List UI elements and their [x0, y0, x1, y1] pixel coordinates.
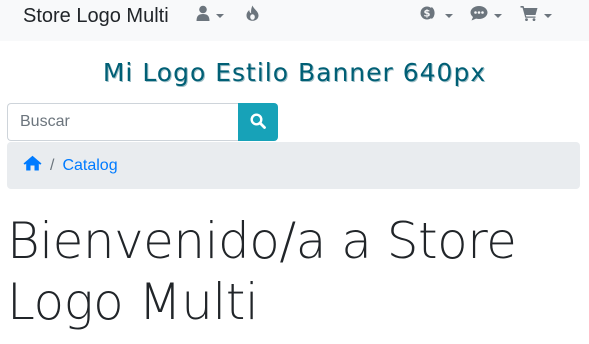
language-dropdown[interactable]	[470, 5, 502, 25]
breadcrumb: / Catalog	[7, 142, 580, 189]
page-title: Bienvenido/a a Store Logo Multi	[7, 212, 517, 331]
search-form	[7, 103, 278, 141]
cart-icon	[520, 5, 538, 26]
brand-link[interactable]: Store Logo Multi	[23, 4, 169, 28]
chevron-down-icon	[544, 13, 552, 18]
chevron-down-icon	[216, 13, 224, 18]
breadcrumb-item-catalog[interactable]: Catalog	[62, 157, 117, 175]
breadcrumb-home-link[interactable]	[23, 155, 42, 176]
top-navbar: Store Logo Multi $	[0, 0, 589, 41]
fire-icon	[246, 5, 259, 26]
cart-dropdown[interactable]	[520, 5, 552, 25]
chevron-down-icon	[445, 13, 453, 18]
chevron-down-icon	[494, 13, 502, 18]
user-icon	[196, 5, 210, 26]
account-dropdown[interactable]	[196, 5, 224, 25]
trending-link[interactable]	[246, 5, 259, 25]
breadcrumb-separator: /	[50, 156, 55, 174]
search-icon	[250, 112, 266, 132]
logo-banner[interactable]: Mi Logo Estilo Banner 640px	[0, 58, 589, 87]
currency-icon: $	[420, 5, 439, 26]
home-icon	[23, 155, 42, 176]
svg-text:$: $	[424, 8, 431, 19]
currency-dropdown[interactable]: $	[420, 5, 453, 25]
search-button[interactable]	[238, 103, 278, 141]
search-input[interactable]	[7, 103, 238, 141]
comments-icon	[470, 5, 488, 26]
